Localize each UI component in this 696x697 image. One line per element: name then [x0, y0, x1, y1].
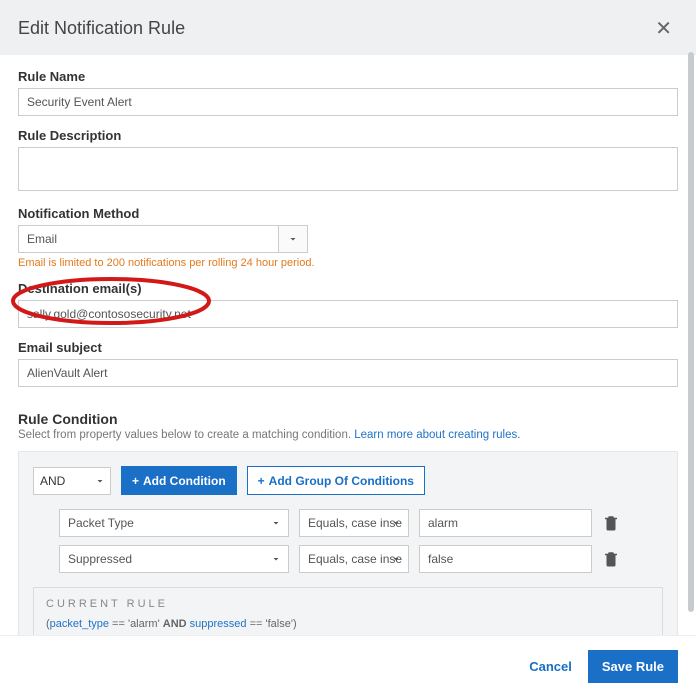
rule-condition-subtitle-text: Select from property values below to cre… — [18, 429, 354, 441]
rule-description-label: Rule Description — [18, 128, 678, 143]
condition-property-value: Packet Type — [68, 516, 134, 530]
chevron-down-icon — [270, 517, 282, 529]
rule-condition-subtitle: Select from property values below to cre… — [18, 429, 678, 441]
destination-emails-group: Destination email(s) — [18, 281, 678, 328]
chevron-down-icon — [94, 475, 106, 487]
email-subject-label: Email subject — [18, 340, 678, 355]
expr-val: 'false' — [266, 618, 293, 630]
rule-name-group: Rule Name — [18, 69, 678, 116]
save-rule-button[interactable]: Save Rule — [588, 650, 678, 683]
rule-condition-panel: AND + Add Condition + Add Group Of Condi… — [18, 451, 678, 635]
notification-method-label: Notification Method — [18, 206, 678, 221]
add-condition-button[interactable]: + Add Condition — [121, 466, 237, 495]
modal-footer: Cancel Save Rule — [0, 635, 696, 697]
plus-icon: + — [258, 474, 265, 488]
condition-property-value: Suppressed — [68, 552, 132, 566]
trash-icon[interactable] — [602, 514, 620, 532]
expr-prop: packet_type — [50, 618, 109, 630]
close-icon[interactable]: ✕ — [649, 14, 678, 43]
add-group-button[interactable]: + Add Group Of Conditions — [247, 466, 425, 495]
email-subject-input[interactable] — [18, 359, 678, 387]
condition-operator-select[interactable]: Equals, case inse — [299, 545, 409, 573]
notification-method-select[interactable] — [18, 225, 308, 253]
condition-row: Packet Type Equals, case inse — [33, 509, 663, 537]
condition-operator-select[interactable]: Equals, case inse — [299, 509, 409, 537]
rule-description-input[interactable] — [18, 147, 678, 191]
modal-body: Rule Name Rule Description Notification … — [0, 55, 696, 635]
notification-method-group: Notification Method Email is limited to … — [18, 206, 678, 269]
condition-property-select[interactable]: Packet Type — [59, 509, 289, 537]
plus-icon: + — [132, 474, 139, 488]
rule-description-group: Rule Description — [18, 128, 678, 194]
rule-condition-title: Rule Condition — [18, 411, 678, 427]
add-group-label: Add Group Of Conditions — [269, 474, 414, 488]
current-rule-box: CURRENT RULE (packet_type == 'alarm' AND… — [33, 587, 663, 635]
group-operator-select[interactable]: AND — [33, 467, 111, 495]
condition-toolbar: AND + Add Condition + Add Group Of Condi… — [33, 466, 663, 495]
edit-notification-rule-modal: Edit Notification Rule ✕ Rule Name Rule … — [0, 0, 696, 697]
condition-operator-value: Equals, case inse — [308, 516, 402, 530]
destination-emails-label: Destination email(s) — [18, 281, 678, 296]
trash-icon[interactable] — [602, 550, 620, 568]
chevron-down-icon[interactable] — [278, 225, 308, 253]
email-subject-group: Email subject — [18, 340, 678, 387]
chevron-down-icon — [270, 553, 282, 565]
expr-val: 'alarm' — [128, 618, 160, 630]
condition-property-select[interactable]: Suppressed — [59, 545, 289, 573]
chevron-down-icon — [390, 553, 402, 565]
rule-condition-section: Rule Condition Select from property valu… — [18, 411, 678, 635]
add-condition-label: Add Condition — [143, 474, 226, 488]
cancel-button[interactable]: Cancel — [529, 659, 572, 674]
destination-emails-input[interactable] — [18, 300, 678, 328]
condition-value-input[interactable] — [419, 545, 592, 573]
group-operator-value: AND — [40, 474, 65, 488]
learn-more-link[interactable]: Learn more about creating rules. — [354, 429, 520, 441]
current-rule-label: CURRENT RULE — [46, 598, 650, 610]
rule-name-input[interactable] — [18, 88, 678, 116]
expr-prop: suppressed — [190, 618, 247, 630]
chevron-down-icon — [390, 517, 402, 529]
condition-value-input[interactable] — [419, 509, 592, 537]
notification-method-value[interactable] — [18, 225, 308, 253]
condition-row: Suppressed Equals, case inse — [33, 545, 663, 573]
modal-header: Edit Notification Rule ✕ — [0, 0, 696, 55]
modal-title: Edit Notification Rule — [18, 18, 185, 39]
current-rule-expression: (packet_type == 'alarm' AND suppressed =… — [46, 618, 650, 630]
notification-method-hint: Email is limited to 200 notifications pe… — [18, 257, 678, 269]
expr-op: AND — [163, 618, 187, 630]
rule-name-label: Rule Name — [18, 69, 678, 84]
condition-operator-value: Equals, case inse — [308, 552, 402, 566]
